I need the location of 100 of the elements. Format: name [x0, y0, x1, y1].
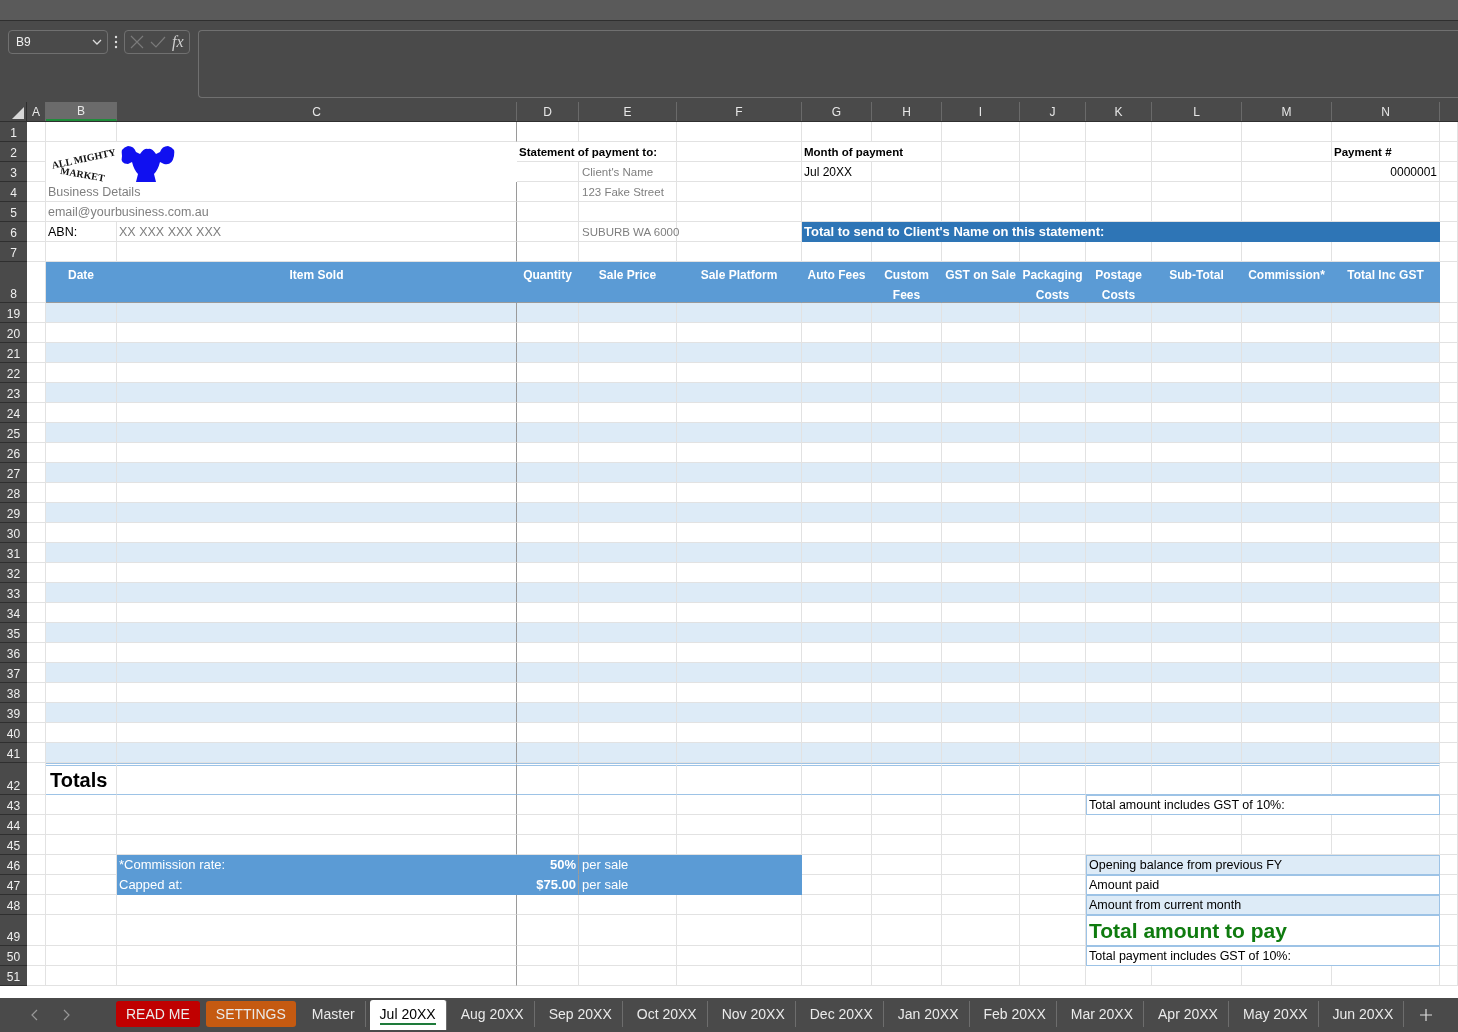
row-number[interactable]: 38 [0, 683, 27, 703]
chevron-down-icon [92, 39, 102, 45]
column-header[interactable]: B [46, 102, 117, 121]
sheet-tab[interactable]: May 20XX [1232, 1001, 1319, 1027]
row-number[interactable]: 26 [0, 443, 27, 463]
cell-text: SUBURB WA 6000 [579, 222, 677, 242]
row-number[interactable]: 30 [0, 523, 27, 543]
previous-sheet-icon[interactable] [30, 1009, 38, 1021]
row-number[interactable]: 33 [0, 583, 27, 603]
row-number[interactable]: 48 [0, 895, 27, 915]
row-number[interactable]: 32 [0, 563, 27, 583]
row-number[interactable]: 24 [0, 403, 27, 423]
column-header[interactable]: D [517, 102, 579, 121]
row-number[interactable]: 1 [0, 122, 27, 142]
column-heading: Packaging Costs [1020, 262, 1086, 303]
column-header[interactable]: H [872, 102, 942, 121]
sheet-tab[interactable]: Aug 20XX [450, 1001, 535, 1027]
more-options-icon[interactable] [114, 35, 118, 49]
add-sheet-icon[interactable] [1420, 1009, 1432, 1021]
row-number[interactable]: 46 [0, 855, 27, 875]
row-number[interactable]: 39 [0, 703, 27, 723]
row-number[interactable]: 36 [0, 643, 27, 663]
column-header[interactable]: C [117, 102, 517, 121]
row-number[interactable]: 28 [0, 483, 27, 503]
sheet-tab[interactable]: Master [301, 1001, 366, 1027]
formula-input[interactable] [197, 30, 1458, 98]
sheet-tab[interactable]: Jan 20XX [887, 1001, 970, 1027]
row-number[interactable]: 27 [0, 463, 27, 483]
column-header[interactable]: J [1020, 102, 1086, 121]
column-header[interactable]: G [802, 102, 872, 121]
checkmark-icon[interactable] [150, 36, 166, 48]
cell-label: ABN: [46, 222, 117, 242]
column-header[interactable]: K [1086, 102, 1152, 121]
next-sheet-icon[interactable] [62, 1009, 70, 1021]
column-header[interactable]: I [942, 102, 1020, 121]
cancel-icon[interactable] [130, 35, 144, 49]
row-number[interactable]: 29 [0, 503, 27, 523]
sheet-tab[interactable]: Sep 20XX [538, 1001, 623, 1027]
row-number[interactable]: 21 [0, 343, 27, 363]
cell-text: email@yourbusiness.com.au [46, 202, 517, 222]
sheet-tab[interactable]: Jul 20XX [369, 1000, 447, 1030]
row-number[interactable]: 7 [0, 242, 27, 262]
row-number[interactable]: 22 [0, 363, 27, 383]
row-number[interactable]: 44 [0, 815, 27, 835]
rate-label: *Commission rate: [117, 855, 517, 875]
sheet-tab[interactable]: Jun 20XX [1322, 1001, 1405, 1027]
row-number[interactable]: 4 [0, 182, 27, 202]
row-number[interactable]: 8 [0, 262, 27, 303]
row-number[interactable]: 35 [0, 623, 27, 643]
cell-label: Month of payment [802, 142, 942, 162]
row-number[interactable]: 3 [0, 162, 27, 182]
row-number[interactable]: 23 [0, 383, 27, 403]
select-all-icon[interactable] [12, 107, 24, 119]
row-number[interactable]: 25 [0, 423, 27, 443]
insert-function-button[interactable]: fx [172, 33, 184, 51]
column-heading: Sale Price [579, 262, 677, 303]
rate-value: $75.00 [517, 875, 579, 895]
row-number[interactable]: 41 [0, 743, 27, 763]
row-number[interactable]: 51 [0, 966, 27, 986]
row-number[interactable]: 47 [0, 875, 27, 895]
sheet-tab[interactable]: Mar 20XX [1060, 1001, 1145, 1027]
sheet-tab[interactable]: Dec 20XX [799, 1001, 884, 1027]
row-number[interactable]: 34 [0, 603, 27, 623]
sheet-tab[interactable]: Apr 20XX [1148, 1001, 1229, 1027]
sheet-tab[interactable]: READ ME [116, 1001, 200, 1027]
column-header[interactable]: N [1332, 102, 1440, 121]
summary-cell: Total amount includes GST of 10%: [1086, 795, 1440, 815]
row-number[interactable]: 37 [0, 663, 27, 683]
row-number[interactable]: 45 [0, 835, 27, 855]
row-number[interactable]: 40 [0, 723, 27, 743]
row-number[interactable]: 50 [0, 946, 27, 966]
row-number[interactable]: 43 [0, 795, 27, 815]
summary-cell: Amount from current month [1086, 895, 1440, 915]
summary-cell: Amount paid [1086, 875, 1440, 895]
rate-unit: per sale [579, 855, 802, 875]
row-number[interactable]: 49 [0, 915, 27, 946]
column-header[interactable]: F [677, 102, 802, 121]
row-number[interactable]: 6 [0, 222, 27, 242]
sheet-tab[interactable]: Feb 20XX [973, 1001, 1057, 1027]
section-title: Totals [46, 763, 117, 795]
cell-text: Jul 20XX [802, 162, 872, 182]
cell-text: Business Details [46, 182, 517, 202]
column-header[interactable]: E [579, 102, 677, 121]
column-heading: Quantity [517, 262, 579, 303]
sheet-tab[interactable]: SETTINGS [205, 1001, 296, 1027]
column-header[interactable]: L [1152, 102, 1242, 121]
name-box[interactable]: B9 [8, 30, 108, 54]
row-number[interactable]: 31 [0, 543, 27, 563]
column-heading: Sale Platform [677, 262, 802, 303]
row-number[interactable]: 20 [0, 323, 27, 343]
column-header[interactable]: M [1242, 102, 1332, 121]
row-number[interactable]: 5 [0, 202, 27, 222]
summary-cell: Total payment includes GST of 10%: [1086, 946, 1440, 966]
row-number[interactable]: 19 [0, 303, 27, 323]
table-cell: XX XXX XXX XXX [117, 222, 517, 242]
row-number[interactable]: 2 [0, 142, 27, 162]
sheet-tab[interactable]: Nov 20XX [711, 1001, 796, 1027]
row-number[interactable]: 42 [0, 763, 27, 795]
cell-text: 123 Fake Street [579, 182, 677, 202]
sheet-tab[interactable]: Oct 20XX [626, 1001, 708, 1027]
